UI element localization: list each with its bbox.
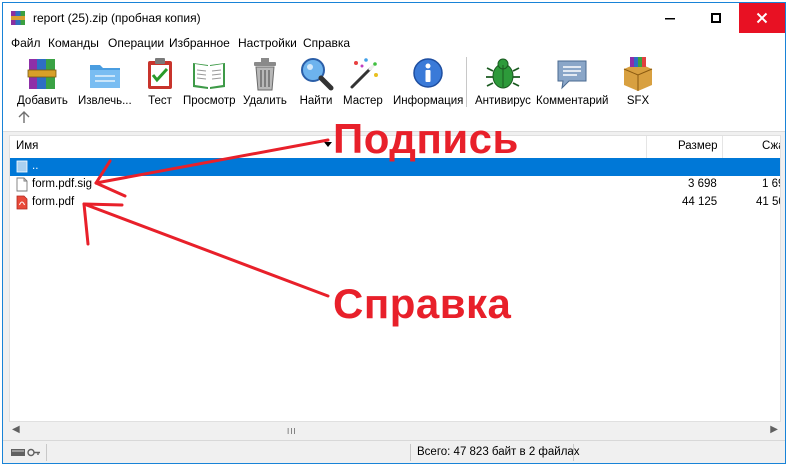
scroll-right-icon[interactable]: ▶ [770, 424, 778, 435]
menu-favorites[interactable]: Избранное [169, 36, 230, 50]
file-document-icon [16, 177, 28, 192]
file-row[interactable]: form.pdf.sig 3 698 1 69 [10, 176, 780, 194]
extract-button[interactable]: Извлечь... [78, 55, 132, 107]
pdf-file-icon [16, 195, 28, 210]
menu-help[interactable]: Справка [303, 36, 350, 50]
status-divider [46, 444, 47, 461]
info-icon [413, 58, 443, 88]
add-button[interactable]: Добавить [17, 55, 68, 107]
winrar-window: report (25).zip (пробная копия) Файл Ком… [2, 2, 786, 464]
up-arrow-icon[interactable] [17, 110, 31, 124]
close-button[interactable] [739, 3, 785, 33]
column-divider[interactable] [722, 136, 723, 158]
antivirus-label: Антивирус [475, 95, 531, 107]
add-label: Добавить [17, 95, 68, 107]
extract-label: Извлечь... [78, 95, 132, 107]
column-divider[interactable] [646, 136, 647, 158]
column-name[interactable]: Имя [16, 140, 38, 152]
view-button[interactable]: Просмотр [183, 55, 236, 107]
info-label: Информация [393, 95, 464, 107]
file-name: form.pdf.sig [32, 178, 93, 190]
maximize-icon [711, 13, 721, 23]
test-clipboard-icon [148, 58, 172, 89]
delete-label: Удалить [243, 95, 287, 107]
book-view-icon [193, 63, 226, 89]
comment-icon [557, 60, 587, 90]
window-title: report (25).zip (пробная копия) [33, 11, 201, 25]
maximize-button[interactable] [693, 3, 739, 33]
file-size: 3 698 [688, 178, 717, 190]
file-packed: 41 50 [756, 196, 780, 208]
menu-commands[interactable]: Команды [48, 36, 99, 50]
scroll-thumb[interactable]: III [287, 427, 297, 436]
folder-extract-icon [89, 65, 120, 88]
bug-antivirus-icon [485, 58, 520, 89]
parent-folder-icon [16, 160, 28, 173]
signature-annotation: Подпись [333, 115, 519, 162]
sfx-button[interactable]: SFX [619, 55, 657, 107]
delete-button[interactable]: Удалить [243, 55, 287, 107]
scroll-left-icon[interactable]: ◀ [12, 424, 20, 435]
file-row[interactable]: form.pdf 44 125 41 50 [10, 194, 780, 212]
column-size[interactable]: Размер [678, 140, 718, 152]
file-name: .. [32, 160, 39, 172]
drive-key-icon[interactable] [11, 446, 41, 458]
trash-icon [253, 58, 276, 91]
file-size: 44 125 [682, 196, 718, 208]
menu-file[interactable]: Файл [11, 36, 41, 50]
column-packed[interactable]: Сжа [762, 140, 780, 152]
minimize-button[interactable] [647, 3, 693, 33]
comment-label: Комментарий [536, 95, 609, 107]
file-name: form.pdf [32, 196, 75, 208]
comment-button[interactable]: Комментарий [536, 55, 608, 107]
status-divider [573, 444, 574, 461]
close-icon [756, 12, 768, 24]
file-packed: 1 69 [762, 178, 780, 190]
sfx-box-icon [623, 57, 653, 91]
minimize-icon [665, 18, 675, 20]
status-bar: Всего: 47 823 байт в 2 файлах [3, 440, 785, 463]
info-button[interactable]: Информация [393, 55, 463, 107]
find-button[interactable]: Найти [297, 55, 335, 107]
wizard-label: Мастер [343, 95, 383, 107]
antivirus-button[interactable]: Антивирус [475, 55, 531, 107]
find-label: Найти [299, 95, 333, 107]
toolbar-separator [466, 57, 467, 107]
winrar-app-icon[interactable] [10, 10, 26, 26]
wizard-button[interactable]: Мастер [343, 55, 383, 107]
status-divider [410, 444, 411, 461]
view-label: Просмотр [183, 95, 236, 107]
menu-settings[interactable]: Настройки [238, 36, 297, 50]
sfx-label: SFX [626, 95, 650, 107]
horizontal-scrollbar[interactable]: ◀ III ▶ [9, 421, 781, 439]
archive-add-icon [28, 59, 57, 89]
sort-arrow-icon [324, 142, 332, 147]
status-text: Всего: 47 823 байт в 2 файлах [417, 446, 580, 458]
title-bar: report (25).zip (пробная копия) [3, 3, 785, 33]
magnifier-icon [301, 58, 334, 91]
menu-bar: Файл Команды Операции Избранное Настройк… [3, 33, 785, 53]
menu-operations[interactable]: Операции [108, 36, 164, 50]
reference-annotation: Справка [333, 280, 512, 327]
test-button[interactable]: Тест [141, 55, 179, 107]
magic-wand-icon [350, 58, 378, 89]
test-label: Тест [148, 95, 172, 107]
